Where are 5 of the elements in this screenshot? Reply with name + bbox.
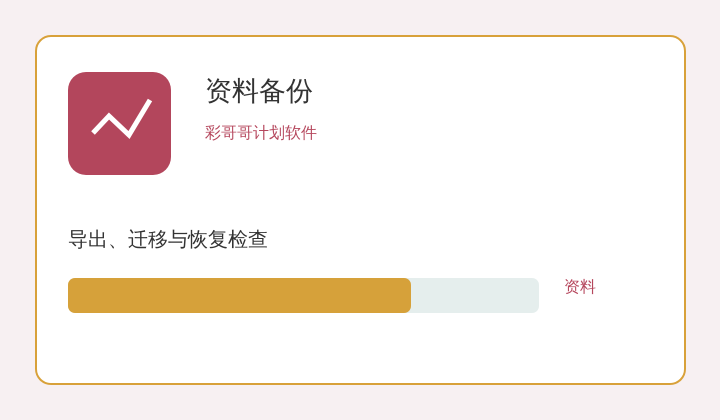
progress-label: 资料 — [564, 278, 596, 296]
app-title: 资料备份 — [205, 75, 314, 109]
description-text: 导出、迁移与恢复检查 — [68, 226, 269, 253]
chart-icon — [68, 72, 171, 175]
app-subtitle: 彩哥哥计划软件 — [205, 123, 317, 143]
